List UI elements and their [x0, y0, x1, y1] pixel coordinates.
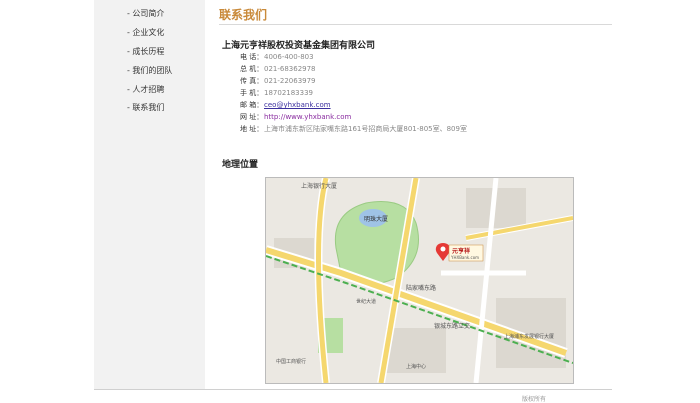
map-label: 上海浦东发展银行大厦 — [504, 333, 554, 340]
map-canvas: 上海银行大厦 明珠大厦 陆家嘴东路 银城东路立交 世纪大道 中国工商银行 上海浦… — [264, 177, 574, 384]
contact-value: 18702183339 — [264, 89, 313, 97]
location-marker-icon[interactable]: 元亨祥 YHXBank.com — [435, 243, 484, 262]
map-label: 明珠大厦 — [364, 215, 388, 223]
contact-value: 021-68362978 — [264, 65, 316, 73]
map-label: 陆家嘴东路 — [406, 284, 436, 292]
map-label: 上海银行大厦 — [301, 182, 337, 190]
contact-label: 地 址： — [240, 125, 264, 133]
contact-fax: 传 真：021-22063979 — [240, 76, 316, 86]
email-link[interactable]: ceo@yhxbank.com — [264, 101, 331, 109]
contact-website: 网 址：http://www.yhxbank.com — [240, 112, 351, 122]
contact-phone: 电 话：4006-400-803 — [240, 52, 314, 62]
contact-label: 电 话： — [240, 53, 264, 61]
contact-value: 上海市浦东新区陆家嘴东路161号招商局大厦801-805室、809室 — [264, 125, 467, 133]
contact-mobile: 手 机：18702183339 — [240, 88, 313, 98]
website-link[interactable]: http://www.yhxbank.com — [264, 113, 351, 121]
contact-label: 手 机： — [240, 89, 264, 97]
title-divider — [219, 24, 612, 25]
sidebar: - 公司简介 - 企业文化 - 成长历程 - 我们的团队 - 人才招聘 - 联系… — [94, 0, 205, 389]
contact-email: 邮 箱：ceo@yhxbank.com — [240, 100, 331, 110]
contact-address: 地 址：上海市浦东新区陆家嘴东路161号招商局大厦801-805室、809室 — [240, 124, 467, 134]
footer-text: 版权所有 — [522, 396, 547, 403]
sidebar-item-team[interactable]: - 我们的团队 — [127, 65, 172, 76]
map-label: 世纪大道 — [356, 298, 376, 305]
contact-value: 4006-400-803 — [264, 53, 314, 61]
map-section-title: 地理位置 — [222, 160, 259, 170]
map-label: 上海中心 — [406, 363, 426, 370]
sidebar-item-history[interactable]: - 成长历程 — [127, 46, 164, 57]
marker-url: YHXBank.com — [450, 255, 479, 260]
sidebar-item-contact[interactable]: - 联系我们 — [127, 102, 164, 113]
company-name: 上海元亨祥股权投资基金集团有限公司 — [222, 41, 376, 51]
contact-label: 总 机： — [240, 65, 264, 73]
map-label: 中国工商银行 — [276, 358, 306, 365]
sidebar-item-company-profile[interactable]: - 公司简介 — [127, 8, 164, 19]
location-map[interactable]: 上海银行大厦 明珠大厦 陆家嘴东路 银城东路立交 世纪大道 中国工商银行 上海浦… — [264, 177, 574, 384]
contact-label: 传 真： — [240, 77, 264, 85]
sidebar-item-careers[interactable]: - 人才招聘 — [127, 84, 164, 95]
footer-divider — [94, 389, 612, 390]
marker-brand: 元亨祥 — [452, 247, 470, 255]
sidebar-item-culture[interactable]: - 企业文化 — [127, 27, 164, 38]
contact-label: 网 址： — [240, 113, 264, 121]
contact-label: 邮 箱： — [240, 101, 264, 109]
page-title: 联系我们 — [219, 8, 268, 22]
contact-value: 021-22063979 — [264, 77, 316, 85]
map-label: 银城东路立交 — [434, 322, 470, 330]
contact-switchboard: 总 机：021-68362978 — [240, 64, 316, 74]
